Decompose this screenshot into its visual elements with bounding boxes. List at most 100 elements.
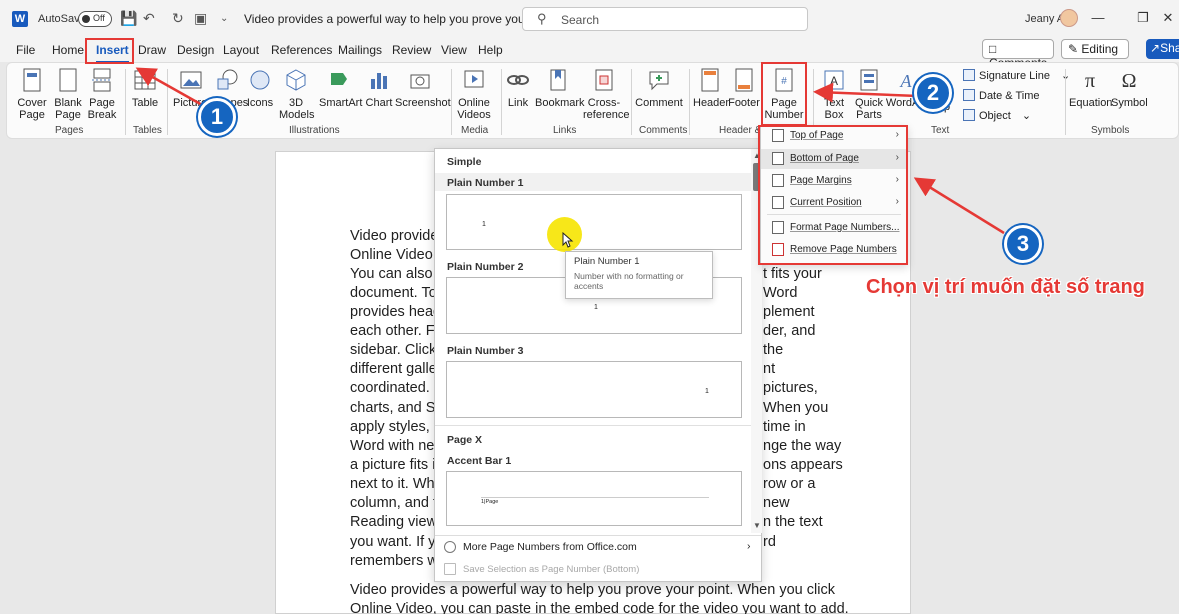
tab-mailings[interactable]: Mailings: [338, 43, 382, 57]
icons-button[interactable]: Icons: [245, 67, 275, 109]
text-box-icon: A: [824, 70, 844, 90]
group-divider: [451, 69, 452, 135]
smartart-icon: [331, 73, 347, 85]
save-icon[interactable]: 💾: [120, 10, 137, 27]
media-group-label: Media: [461, 125, 489, 136]
mouse-pointer-icon: [562, 232, 574, 248]
gallery-section-simple: Simple: [447, 156, 482, 168]
doc-line: Video provides a powerful way to help yo…: [350, 582, 835, 598]
chart-button[interactable]: Chart: [365, 67, 393, 109]
share-icon: ↗: [1150, 41, 1161, 55]
doc-line-fragment: the: [763, 342, 784, 358]
cover-page-button[interactable]: Cover Page: [15, 67, 49, 121]
chevron-down-icon: ⌄: [1021, 110, 1032, 122]
comments-group-label: Comments: [639, 125, 688, 136]
tab-file[interactable]: File: [16, 43, 35, 57]
autosave-toggle[interactable]: Off: [78, 11, 112, 27]
editing-button[interactable]: ✎ Editing ⌄: [1061, 39, 1129, 70]
pictures-icon: [180, 71, 202, 89]
save-selection-label: Save Selection as Page Number (Bottom): [463, 564, 640, 575]
undo-icon[interactable]: ↶: [143, 10, 155, 27]
tab-layout[interactable]: Layout: [223, 43, 259, 57]
doc-line: Online Video,: [350, 247, 437, 263]
equation-button[interactable]: π Equation: [1069, 67, 1112, 109]
chevron-right-icon: ›: [747, 540, 751, 552]
page-break-label: Page Break: [87, 97, 117, 121]
svg-text:Ω: Ω: [1122, 70, 1137, 92]
redo-icon[interactable]: ↻: [172, 10, 184, 27]
gallery-item-label: Plain Number 2: [447, 261, 524, 273]
tab-help[interactable]: Help: [478, 43, 503, 57]
svg-text:A: A: [900, 71, 913, 91]
doc-line: sidebar. Click: [350, 342, 437, 358]
more-page-numbers-item[interactable]: More Page Numbers from Office.com ›: [435, 540, 761, 559]
quick-access-icon[interactable]: ▣: [194, 10, 207, 27]
signature-line-button[interactable]: Signature Line ⌄: [963, 69, 1070, 82]
omega-icon: Ω: [1122, 70, 1137, 92]
doc-line: different galle: [350, 361, 437, 377]
group-divider: [689, 69, 690, 135]
ribbon-tabs: File Home Insert Draw Design Layout Refe…: [0, 38, 1179, 70]
gallery-item-accent-bar-1[interactable]: 1|Page: [446, 471, 742, 526]
tab-view[interactable]: View: [441, 43, 467, 57]
online-videos-button[interactable]: Online Videos: [455, 67, 493, 121]
close-icon[interactable]: ✕: [1158, 10, 1178, 26]
camera-icon: [410, 74, 430, 89]
highlight-box-submenu: [758, 125, 908, 265]
customize-qat-icon[interactable]: ⌄: [220, 13, 228, 24]
cross-reference-button[interactable]: Cross- reference: [583, 67, 629, 121]
chart-icon: [371, 73, 387, 89]
screenshot-button[interactable]: Screenshot: [395, 67, 451, 109]
tab-review[interactable]: Review: [392, 43, 431, 57]
gallery-footer-divider: [435, 535, 761, 536]
share-button[interactable]: ↗Share: [1146, 39, 1179, 59]
header-button[interactable]: Header: [693, 67, 729, 109]
doc-line: document. To: [350, 285, 437, 301]
tab-draw[interactable]: Draw: [138, 43, 166, 57]
text-group-label: Text: [931, 125, 950, 136]
quick-parts-icon: [860, 69, 878, 91]
smartart-button[interactable]: SmartArt: [319, 67, 362, 109]
search-box[interactable]: ⚲ Search: [522, 7, 808, 31]
tab-design[interactable]: Design: [177, 43, 214, 57]
page-number-gallery: Simple Plain Number 1 1 Plain Number 2 1…: [434, 148, 762, 582]
chart-label: Chart: [365, 97, 393, 109]
object-button[interactable]: Object ⌄: [963, 109, 1031, 122]
comments-button[interactable]: □ Comments: [982, 39, 1054, 70]
3d-models-button[interactable]: 3D Models: [279, 67, 314, 121]
tab-references[interactable]: References: [271, 43, 332, 57]
symbol-button[interactable]: Ω Symbol: [1111, 67, 1148, 109]
quick-parts-button[interactable]: Quick Parts: [853, 67, 885, 121]
blank-page-button[interactable]: Blank Page: [51, 67, 85, 121]
doc-line-fragment: time in: [763, 419, 806, 435]
doc-line: you want. If yo: [350, 534, 444, 550]
comment-label: Comment: [635, 97, 683, 109]
illustrations-group-label: Illustrations: [289, 125, 340, 136]
gallery-item-plain-number-1[interactable]: 1: [446, 194, 742, 250]
tab-home[interactable]: Home: [52, 43, 84, 57]
date-time-button[interactable]: Date & Time: [963, 89, 1040, 102]
footer-button[interactable]: Footer: [727, 67, 761, 109]
link-button[interactable]: Link: [505, 67, 531, 109]
scroll-down-icon[interactable]: ▼: [753, 521, 761, 530]
pi-icon: π: [1085, 70, 1095, 92]
avatar[interactable]: [1060, 9, 1078, 27]
quick-parts-label: Quick Parts: [854, 97, 884, 121]
text-box-button[interactable]: A Text Box: [819, 67, 849, 121]
symbols-group-label: Symbols: [1091, 125, 1130, 136]
comment-button[interactable]: Comment: [635, 67, 683, 109]
tables-group-label: Tables: [133, 125, 162, 136]
table-button[interactable]: Table: [129, 67, 161, 109]
editing-label: Editing: [1081, 42, 1119, 56]
bookmark-button[interactable]: Bookmark: [535, 67, 585, 109]
minimize-icon[interactable]: —: [1088, 10, 1108, 25]
share-label: Share: [1160, 41, 1179, 55]
page-break-button[interactable]: Page Break: [85, 67, 119, 121]
restore-icon[interactable]: ❐: [1133, 10, 1153, 26]
gallery-item-plain-number-3[interactable]: 1: [446, 361, 742, 418]
table-icon: [134, 70, 156, 90]
cube-icon: [286, 69, 306, 91]
doc-line-fragment: new: [763, 495, 790, 511]
gallery-item-label: Plain Number 3: [447, 345, 524, 357]
doc-line: Video provide: [350, 228, 439, 244]
